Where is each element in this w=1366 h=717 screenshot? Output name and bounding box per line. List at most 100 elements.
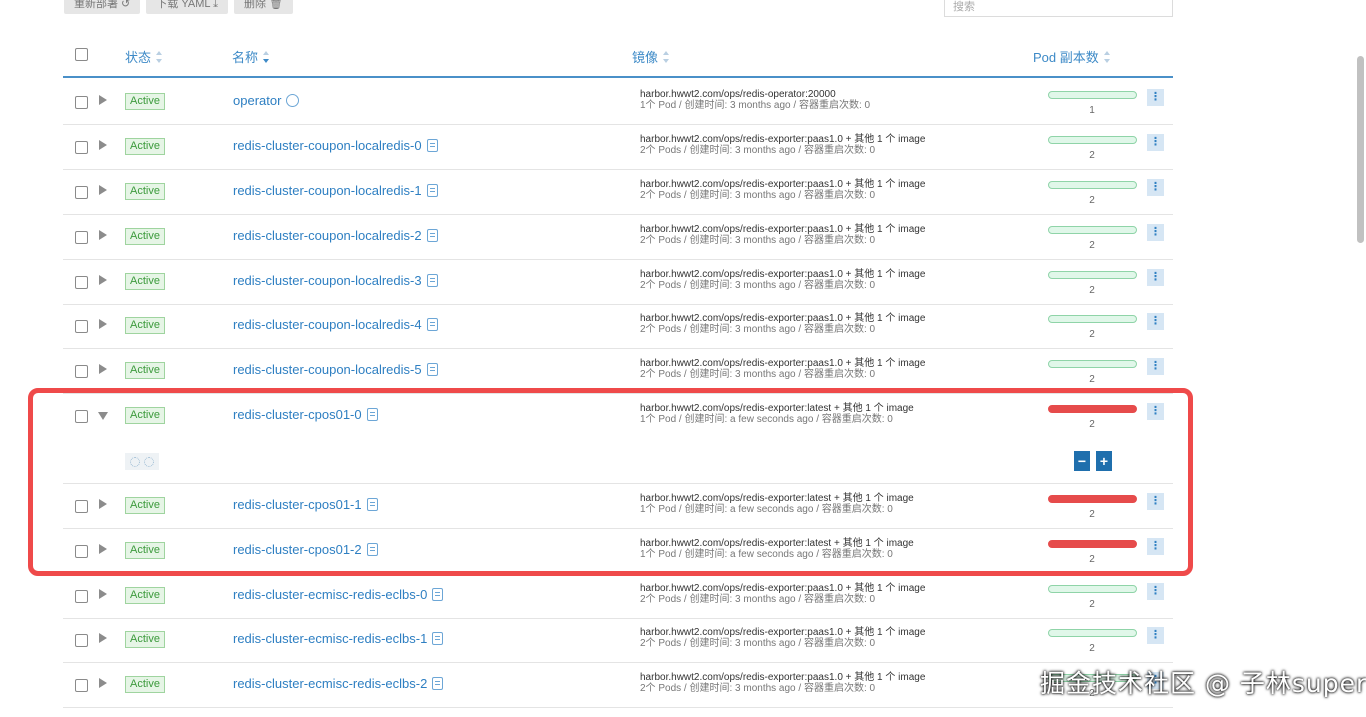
replica-count: 2 — [1089, 643, 1095, 654]
workload-name-link[interactable]: redis-cluster-ecmisc-redis-eclbs-1 — [233, 631, 444, 646]
row-checkbox[interactable] — [75, 231, 88, 244]
row-checkbox[interactable] — [75, 276, 88, 289]
doc-icon[interactable] — [426, 184, 438, 197]
redeploy-button[interactable]: 重新部署 ↺ — [64, 0, 141, 14]
workload-name: redis-cluster-ecmisc-redis-eclbs-2 — [233, 676, 428, 691]
pod-summary: 2个 Pods / 创建时间: 3 months ago / 容器重启次数: 0 — [640, 683, 876, 694]
pod-status-bar — [1048, 136, 1137, 144]
expand-caret-icon[interactable] — [99, 95, 107, 105]
doc-icon[interactable] — [426, 363, 438, 376]
image-info: harbor.hwwt2.com/ops/redis-exporter:paas… — [640, 583, 925, 605]
row-checkbox[interactable] — [75, 679, 88, 692]
pod-summary: 2个 Pods / 创建时间: 3 months ago / 容器重启次数: 0 — [640, 145, 876, 156]
select-all-checkbox[interactable] — [75, 48, 88, 61]
row-menu-button[interactable]: ⋮ — [1147, 179, 1164, 196]
row-checkbox[interactable] — [75, 141, 88, 154]
workload-name: redis-cluster-coupon-localredis-1 — [233, 183, 422, 198]
row-menu-button[interactable]: ⋮ — [1147, 269, 1164, 286]
table-row[interactable]: Active redis-cluster-coupon-localredis-1 h… — [63, 170, 1173, 215]
pod-summary: 2个 Pods / 创建时间: 3 months ago / 容器重启次数: 0 — [640, 280, 876, 291]
image-name: harbor.hwwt2.com/ops/redis-operator:2000… — [640, 89, 836, 100]
expand-caret-icon[interactable] — [99, 275, 107, 285]
row-menu-button[interactable]: ⋮ — [1147, 89, 1164, 106]
row-checkbox[interactable] — [75, 634, 88, 647]
column-pods-label: Pod 副本数 — [1033, 50, 1099, 65]
pod-status-bar — [1048, 315, 1137, 323]
doc-icon[interactable] — [432, 632, 444, 645]
sort-desc-icon — [262, 50, 271, 63]
expand-caret-icon[interactable] — [99, 230, 107, 240]
workload-name: redis-cluster-ecmisc-redis-eclbs-0 — [233, 587, 428, 602]
operator-icon[interactable] — [286, 94, 300, 107]
table-row[interactable]: Active redis-cluster-coupon-localredis-0 h… — [63, 125, 1173, 170]
sort-icon — [1103, 50, 1112, 63]
expand-caret-icon[interactable] — [99, 319, 107, 329]
workload-name-link[interactable]: redis-cluster-ecmisc-redis-eclbs-0 — [233, 587, 444, 602]
replica-count: 2 — [1089, 374, 1095, 385]
workload-name-link[interactable]: redis-cluster-coupon-localredis-2 — [233, 228, 438, 243]
image-name: harbor.hwwt2.com/ops/redis-exporter:paas… — [640, 179, 926, 190]
workload-name-link[interactable]: redis-cluster-ecmisc-redis-eclbs-2 — [233, 676, 444, 691]
pod-summary: 2个 Pods / 创建时间: 3 months ago / 容器重启次数: 0 — [640, 324, 876, 335]
table-row[interactable]: Active redis-cluster-ecmisc-redis-eclbs-1… — [63, 618, 1173, 663]
row-checkbox[interactable] — [75, 320, 88, 333]
doc-icon[interactable] — [426, 274, 438, 287]
row-menu-button[interactable]: ⋮ — [1147, 627, 1164, 644]
image-name: harbor.hwwt2.com/ops/redis-exporter:paas… — [640, 672, 926, 683]
doc-icon[interactable] — [426, 318, 438, 331]
table-row[interactable]: Active redis-cluster-ecmisc-redis-eclbs-2… — [63, 663, 1173, 708]
column-status[interactable]: 状态 — [125, 47, 164, 66]
workload-name-link[interactable]: redis-cluster-coupon-localredis-1 — [233, 183, 438, 198]
row-checkbox[interactable] — [75, 590, 88, 603]
image-name: harbor.hwwt2.com/ops/redis-exporter:paas… — [640, 313, 926, 324]
column-image[interactable]: 镜像 — [632, 47, 671, 66]
workload-name: redis-cluster-coupon-localredis-3 — [233, 273, 422, 288]
column-pods[interactable]: Pod 副本数 — [1033, 47, 1112, 66]
expand-caret-icon[interactable] — [99, 633, 107, 643]
row-checkbox[interactable] — [75, 186, 88, 199]
pod-summary: 2个 Pods / 创建时间: 3 months ago / 容器重启次数: 0 — [640, 190, 876, 201]
row-menu-button[interactable]: ⋮ — [1147, 313, 1164, 330]
status-badge: Active — [125, 273, 165, 290]
doc-icon[interactable] — [426, 229, 438, 242]
watermark: 掘金技术社区 @ 子林super — [1040, 669, 1366, 698]
table-row[interactable]: Active operator harbor.hwwt2.com/ops/redis… — [63, 80, 1173, 125]
table-row[interactable]: Active redis-cluster-coupon-localredis-3 h… — [63, 260, 1173, 305]
workload-name-link[interactable]: redis-cluster-coupon-localredis-0 — [233, 138, 438, 153]
doc-icon[interactable] — [432, 677, 444, 690]
expand-caret-icon[interactable] — [99, 185, 107, 195]
workload-name: redis-cluster-coupon-localredis-4 — [233, 317, 422, 332]
expand-caret-icon[interactable] — [99, 589, 107, 599]
pod-status-bar — [1048, 629, 1137, 637]
row-checkbox[interactable] — [75, 96, 88, 109]
row-menu-button[interactable]: ⋮ — [1147, 134, 1164, 151]
download-yaml-button[interactable]: 下载 YAML ⤓ — [146, 0, 228, 14]
row-checkbox[interactable] — [75, 365, 88, 378]
row-menu-button[interactable]: ⋮ — [1147, 583, 1164, 600]
workload-name-link[interactable]: redis-cluster-coupon-localredis-5 — [233, 362, 438, 377]
table-row[interactable]: Active redis-cluster-coupon-localredis-2 h… — [63, 215, 1173, 260]
doc-icon[interactable] — [426, 139, 438, 152]
doc-icon[interactable] — [432, 588, 444, 601]
replica-count: 2 — [1089, 599, 1095, 610]
row-menu-button[interactable]: ⋮ — [1147, 224, 1164, 241]
column-name[interactable]: 名称 — [232, 47, 271, 66]
expand-caret-icon[interactable] — [99, 140, 107, 150]
table-row[interactable]: Active redis-cluster-coupon-localredis-4 h… — [63, 304, 1173, 349]
search-input[interactable]: 搜索 — [944, 0, 1173, 17]
table-row[interactable]: Active redis-cluster-ecmisc-redis-eclbs-0… — [63, 574, 1173, 619]
column-image-label: 镜像 — [632, 50, 659, 65]
pod-status-bar — [1048, 585, 1137, 593]
workload-name-link[interactable]: redis-cluster-coupon-localredis-4 — [233, 317, 438, 332]
pod-status-bar — [1048, 271, 1137, 279]
status-badge: Active — [125, 138, 165, 155]
delete-button[interactable]: 删除 🗑 — [234, 0, 294, 14]
replica-count: 2 — [1089, 329, 1095, 340]
expand-caret-icon[interactable] — [99, 678, 107, 688]
workload-name-link[interactable]: redis-cluster-coupon-localredis-3 — [233, 273, 438, 288]
workload-name-link[interactable]: operator — [233, 93, 300, 108]
scrollbar-thumb[interactable] — [1357, 56, 1364, 243]
row-menu-button[interactable]: ⋮ — [1147, 358, 1164, 375]
expand-caret-icon[interactable] — [99, 364, 107, 374]
image-info: harbor.hwwt2.com/ops/redis-exporter:paas… — [640, 224, 925, 246]
